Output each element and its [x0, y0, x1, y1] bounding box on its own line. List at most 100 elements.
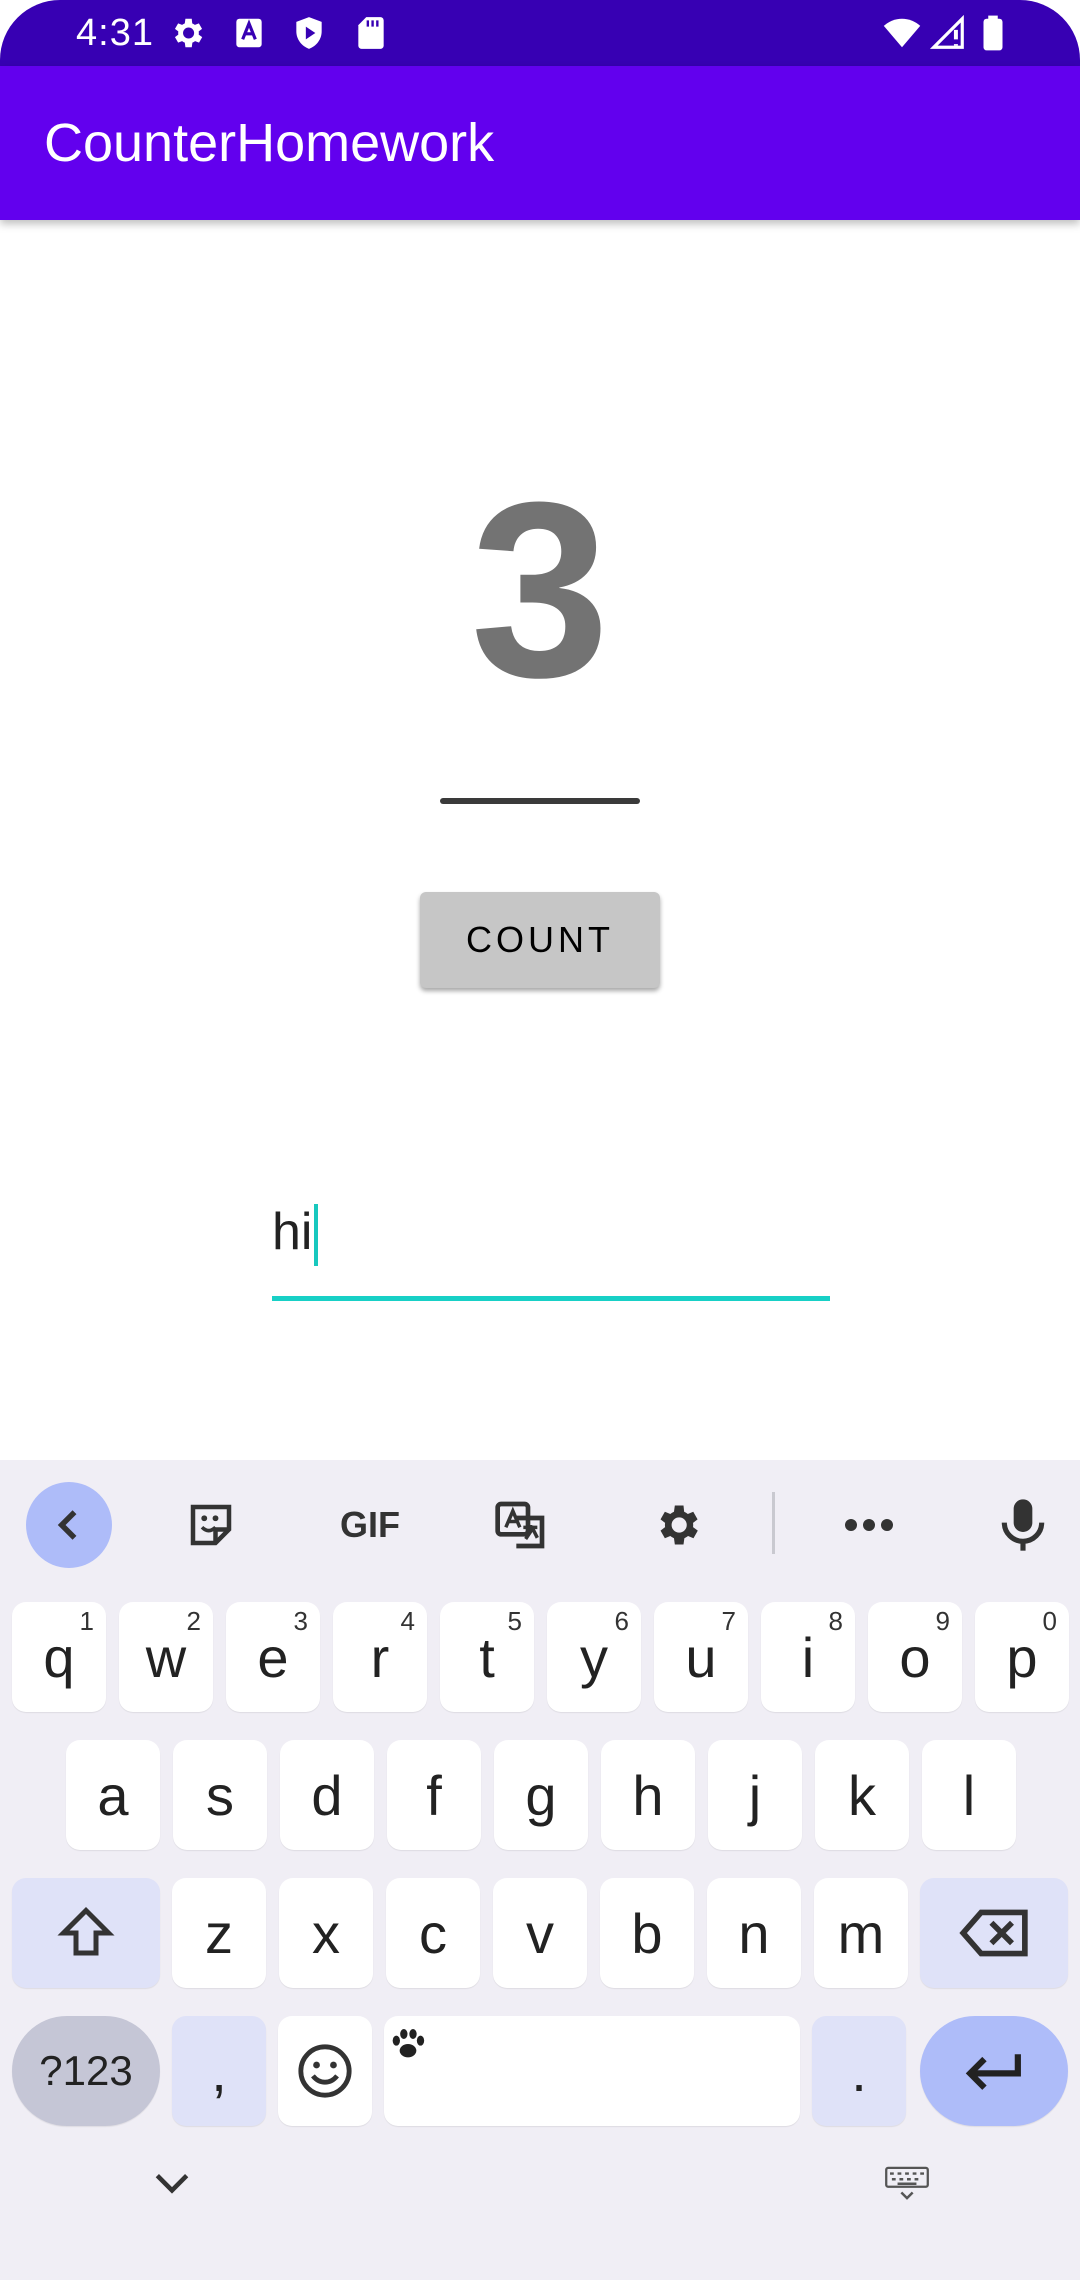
- wifi-icon: [883, 18, 921, 48]
- key-label: ?123: [39, 2047, 133, 2094]
- key-q[interactable]: q1: [12, 1602, 106, 1712]
- status-bar: 4:31: [0, 0, 1080, 66]
- count-display: 3: [470, 450, 610, 729]
- key-hint: 4: [400, 1606, 415, 1636]
- key-o[interactable]: o9: [868, 1602, 962, 1712]
- key-label: p: [1006, 1625, 1038, 1689]
- key-b[interactable]: b: [600, 1878, 694, 1988]
- key-label: z: [205, 1901, 233, 1965]
- signal-icon: [929, 14, 964, 49]
- key-label: x: [312, 1901, 340, 1965]
- enter-key[interactable]: [920, 2016, 1068, 2126]
- key-label: m: [837, 1901, 885, 1965]
- key-label: l: [962, 1763, 976, 1827]
- app-bar: CounterHomework: [0, 66, 1080, 220]
- key-t[interactable]: t5: [440, 1602, 534, 1712]
- soft-keyboard: GIF q1w2e3r4t5y6u7i8o9p0asdfghjklzxcvbnm…: [0, 1460, 1080, 2280]
- toolbar-divider: [772, 1492, 775, 1554]
- comma-key[interactable]: ,: [172, 2016, 266, 2126]
- shield-play-icon: [296, 17, 322, 49]
- gear-icon: [174, 18, 203, 48]
- key-h[interactable]: h: [601, 1740, 695, 1850]
- status-time: 4:31: [76, 12, 154, 54]
- gif-button[interactable]: GIF: [320, 1482, 420, 1568]
- key-label: o: [899, 1625, 931, 1689]
- key-label: t: [479, 1625, 495, 1689]
- text-input-value: hi: [272, 1202, 319, 1267]
- emoji-icon: [298, 2044, 352, 2098]
- key-label: q: [43, 1625, 75, 1689]
- key-label: e: [257, 1625, 289, 1689]
- key-g[interactable]: g: [494, 1740, 588, 1850]
- key-label: y: [580, 1625, 608, 1689]
- key-label: n: [738, 1901, 770, 1965]
- chevron-left-icon[interactable]: [26, 1482, 112, 1568]
- key-label: b: [631, 1901, 663, 1965]
- key-p[interactable]: p0: [975, 1602, 1069, 1712]
- app-screen: 4:31 CounterHomework 3 COUNT hi GIF q 1 …: [0, 0, 1080, 2280]
- backspace-key[interactable]: [920, 1878, 1068, 1988]
- key-c[interactable]: c: [386, 1878, 480, 1988]
- key-d[interactable]: d: [280, 1740, 374, 1850]
- key-label: r: [370, 1625, 390, 1689]
- gesture-nav-handle[interactable]: [440, 798, 640, 804]
- enter-icon: [965, 2054, 1021, 2090]
- key-m[interactable]: m: [814, 1878, 908, 1988]
- keyboard-switch-icon[interactable]: [884, 2166, 930, 2205]
- battery-icon: [983, 15, 1003, 51]
- key-label: s: [206, 1763, 234, 1827]
- key-hint: 8: [828, 1606, 843, 1636]
- count-button[interactable]: COUNT: [420, 892, 660, 988]
- key-label: h: [632, 1763, 664, 1827]
- key-w[interactable]: w2: [119, 1602, 213, 1712]
- more-icon[interactable]: [826, 1482, 912, 1568]
- key-label: .: [851, 2039, 867, 2103]
- sticker-icon[interactable]: [168, 1482, 254, 1568]
- key-x[interactable]: x: [279, 1878, 373, 1988]
- key-a[interactable]: a: [66, 1740, 160, 1850]
- symbols-key[interactable]: ?123: [12, 2016, 160, 2126]
- translate-icon[interactable]: [478, 1482, 564, 1568]
- key-j[interactable]: j: [708, 1740, 802, 1850]
- key-hint: 6: [614, 1606, 629, 1636]
- key-u[interactable]: u7: [654, 1602, 748, 1712]
- key-label: d: [311, 1763, 343, 1827]
- key-hint: 7: [721, 1606, 736, 1636]
- key-i[interactable]: i8: [761, 1602, 855, 1712]
- key-label: u: [685, 1625, 717, 1689]
- key-l[interactable]: l: [922, 1740, 1016, 1850]
- shift-icon: [57, 1906, 115, 1956]
- key-hint: 2: [186, 1606, 201, 1636]
- app-title: CounterHomework: [44, 113, 495, 173]
- key-hint: 3: [293, 1606, 308, 1636]
- period-key[interactable]: .: [812, 2016, 906, 2126]
- key-s[interactable]: s: [173, 1740, 267, 1850]
- key-label: k: [848, 1763, 876, 1827]
- key-label: a: [97, 1763, 129, 1827]
- key-hint: 5: [507, 1606, 522, 1636]
- mic-icon[interactable]: [980, 1482, 1066, 1568]
- key-v[interactable]: v: [493, 1878, 587, 1988]
- key-n[interactable]: n: [707, 1878, 801, 1988]
- gear-icon[interactable]: [634, 1482, 720, 1568]
- hide-keyboard-chevron-icon[interactable]: [150, 2168, 194, 2203]
- text-caret: [314, 1204, 319, 1267]
- key-label: f: [426, 1763, 442, 1827]
- key-label: j: [748, 1763, 762, 1827]
- key-label: g: [525, 1763, 557, 1827]
- shift-key[interactable]: [12, 1878, 160, 1988]
- text-input-text: hi: [272, 1203, 313, 1261]
- key-z[interactable]: z: [172, 1878, 266, 1988]
- key-label: c: [419, 1901, 447, 1965]
- sd-card-icon: [358, 17, 384, 49]
- key-f[interactable]: f: [387, 1740, 481, 1850]
- key-k[interactable]: k: [815, 1740, 909, 1850]
- space-key[interactable]: [384, 2016, 800, 2126]
- key-e[interactable]: e3: [226, 1602, 320, 1712]
- text-input[interactable]: hi: [272, 1180, 830, 1301]
- key-label: i: [801, 1625, 815, 1689]
- key-r[interactable]: r4: [333, 1602, 427, 1712]
- keyboard-nav-bar: [0, 2140, 1080, 2280]
- emoji-key[interactable]: [278, 2016, 372, 2126]
- key-y[interactable]: y6: [547, 1602, 641, 1712]
